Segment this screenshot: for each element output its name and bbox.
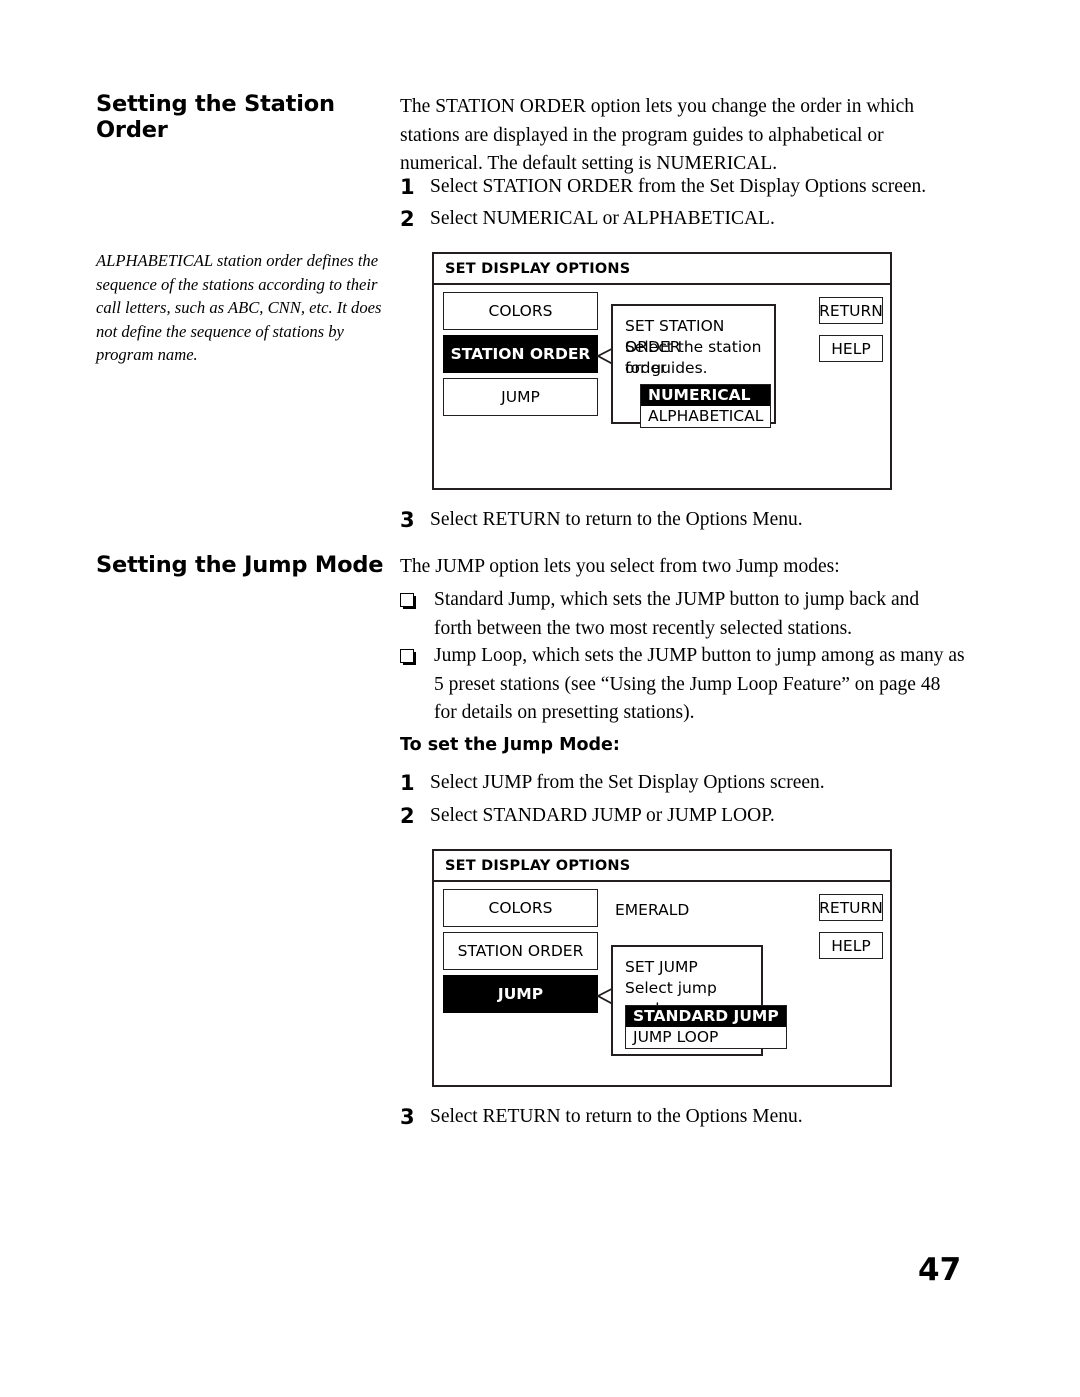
alphabetical-side-note: ALPHABETICAL station order defines the s… (96, 251, 382, 364)
menu-item-label: STATION ORDER (450, 345, 591, 363)
screen1-option-list: NUMERICAL ALPHABETICAL (640, 384, 772, 428)
bullet-text: Standard Jump, which sets the JUMP butto… (434, 589, 920, 639)
step-number: 2 (400, 804, 415, 828)
station-order-step-1: 1 Select STATION ORDER from the Set Disp… (400, 173, 960, 202)
step-text: Select JUMP from the Set Display Options… (430, 772, 825, 793)
set-display-options-screen-2: SET DISPLAY OPTIONS COLORS EMERALD STATI… (432, 849, 892, 1087)
step-text: Select NUMERICAL or ALPHABETICAL. (430, 208, 775, 229)
checkbox-bullet-icon (400, 586, 434, 607)
dialog-text-line-2: for guides. (625, 359, 708, 377)
step-number: 1 (400, 771, 415, 795)
option-numerical[interactable]: NUMERICAL (641, 385, 771, 406)
step-text: Select STATION ORDER from the Set Displa… (430, 176, 927, 197)
menu-item-label: JUMP (501, 388, 540, 406)
menu-item-label: STATION ORDER (457, 942, 584, 960)
menu-item-label: COLORS (488, 899, 553, 917)
station-order-step-3: 3 Select RETURN to return to the Options… (400, 506, 960, 535)
side-button-label: RETURN (819, 301, 883, 320)
screen2-option-list: STANDARD JUMP JUMP LOOP (625, 1005, 787, 1049)
jump-mode-step-2: 2 Select STANDARD JUMP or JUMP LOOP. (400, 802, 960, 831)
screen2-menu-item-station-order[interactable]: STATION ORDER (443, 932, 598, 970)
screen-title-bar: SET DISPLAY OPTIONS (434, 254, 890, 285)
screen-title-text: SET DISPLAY OPTIONS (445, 857, 631, 874)
checkbox-bullet-icon (400, 642, 434, 663)
station-order-intro-paragraph: The STATION ORDER option lets you change… (400, 96, 915, 174)
page-title-station-order: Setting the Station Order (96, 91, 335, 143)
subheading-to-set-the-jump-mode: To set the Jump Mode: (400, 735, 620, 755)
jump-mode-intro-paragraph: The JUMP option lets you select from two… (400, 556, 840, 577)
bullet-text: Jump Loop, which sets the JUMP button to… (434, 645, 965, 723)
step-number: 3 (400, 1105, 415, 1129)
menu-item-label: JUMP (497, 985, 544, 1003)
screen-title-bar: SET DISPLAY OPTIONS (434, 851, 890, 882)
screen1-help-button[interactable]: HELP (819, 335, 883, 362)
side-button-label: HELP (831, 339, 871, 358)
step-text: Select RETURN to return to the Options M… (430, 1106, 803, 1127)
screen2-dialog-set-jump: SET JUMP Select jump mode. STANDARD JUMP… (611, 945, 787, 1056)
menu-item-label: COLORS (488, 302, 553, 320)
station-order-step-2: 2 Select NUMERICAL or ALPHABETICAL. (400, 205, 960, 234)
screen-title-text: SET DISPLAY OPTIONS (445, 260, 631, 277)
screen1-menu-item-jump[interactable]: JUMP (443, 378, 598, 416)
step-number: 2 (400, 207, 415, 231)
screen1-dialog-set-station-order: SET STATION ORDER Select the station ord… (611, 304, 776, 428)
dialog-title: SET JUMP (625, 958, 698, 976)
screen1-return-button[interactable]: RETURN (819, 297, 883, 324)
set-display-options-screen-1: SET DISPLAY OPTIONS COLORS STATION ORDER… (432, 252, 892, 490)
screen-body: COLORS STATION ORDER JUMP SET STATION OR… (434, 285, 890, 488)
option-standard-jump[interactable]: STANDARD JUMP (626, 1006, 786, 1027)
jump-mode-bullet-2: Jump Loop, which sets the JUMP button to… (400, 642, 965, 728)
step-text: Select STANDARD JUMP or JUMP LOOP. (430, 805, 775, 826)
jump-mode-step-3: 3 Select RETURN to return to the Options… (400, 1103, 960, 1132)
option-jump-loop[interactable]: JUMP LOOP (626, 1027, 786, 1048)
screen2-menu-item-jump[interactable]: JUMP (443, 975, 598, 1013)
jump-mode-bullet-1: Standard Jump, which sets the JUMP butto… (400, 586, 960, 643)
page-title-jump-mode: Setting the Jump Mode (96, 552, 384, 578)
step-number: 3 (400, 508, 415, 532)
jump-mode-step-1: 1 Select JUMP from the Set Display Optio… (400, 769, 960, 798)
side-button-label: HELP (831, 936, 871, 955)
step-number: 1 (400, 175, 415, 199)
screen2-return-button[interactable]: RETURN (819, 894, 883, 921)
page-number: 47 (918, 1252, 962, 1288)
screen-body: COLORS EMERALD STATION ORDER JUMP SET JU… (434, 882, 890, 1085)
step-text: Select RETURN to return to the Options M… (430, 509, 803, 530)
side-button-label: RETURN (819, 898, 883, 917)
screen1-menu-item-colors[interactable]: COLORS (443, 292, 598, 330)
screen2-menu-item-colors[interactable]: COLORS (443, 889, 598, 927)
manual-page: Setting the Station Order The STATION OR… (0, 0, 1080, 1397)
option-alphabetical[interactable]: ALPHABETICAL (641, 406, 770, 427)
screen2-color-value: EMERALD (615, 901, 690, 919)
screen2-help-button[interactable]: HELP (819, 932, 883, 959)
screen1-menu-item-station-order[interactable]: STATION ORDER (443, 335, 598, 373)
